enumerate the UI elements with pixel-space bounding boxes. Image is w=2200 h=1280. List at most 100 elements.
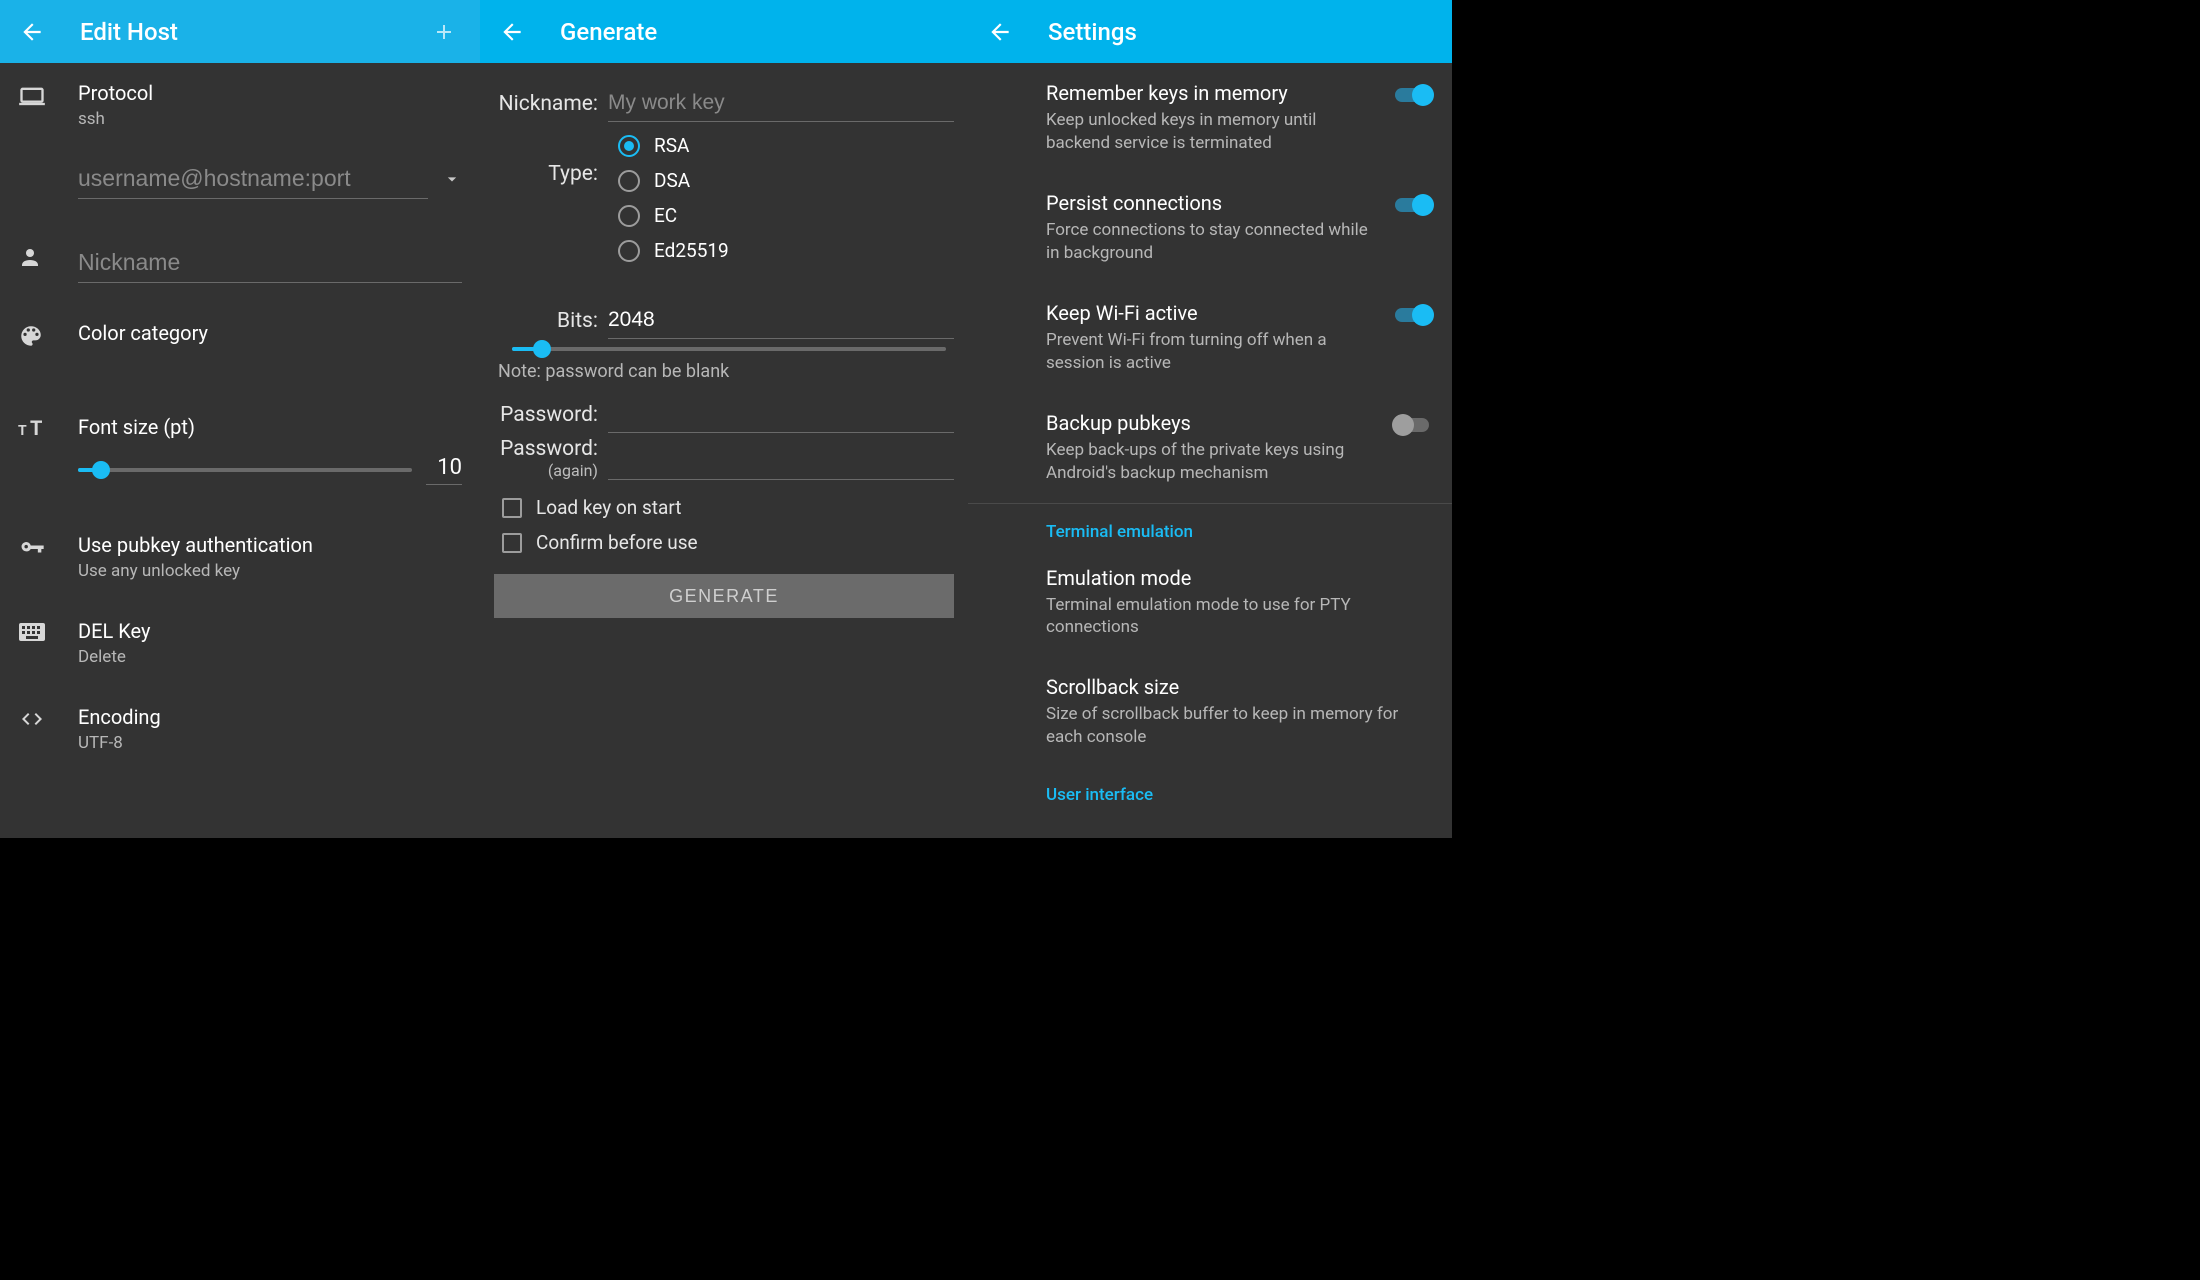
password2-sub: (again) xyxy=(494,461,598,480)
nickname-label: Nickname: xyxy=(494,92,608,116)
toggle-switch[interactable] xyxy=(1392,193,1432,217)
expand-button[interactable] xyxy=(442,169,462,189)
password-row: Password: xyxy=(494,396,954,433)
setting-row[interactable]: Emulation mode Terminal emulation mode to… xyxy=(968,548,1452,658)
del-label: DEL Key xyxy=(78,619,462,643)
font-slider[interactable] xyxy=(78,468,412,472)
code-icon xyxy=(18,705,64,731)
radio-rsa[interactable]: RSA xyxy=(618,128,954,163)
settings-pane: Settings Remember keys in memory Keep unl… xyxy=(968,0,1452,838)
setting-title: Remember keys in memory xyxy=(1046,81,1374,105)
radio-label: RSA xyxy=(654,134,689,157)
encoding-sub: UTF-8 xyxy=(78,733,462,753)
setting-sub: Keep unlocked keys in memory until backe… xyxy=(1046,109,1374,155)
setting-sub: Keep back-ups of the private keys using … xyxy=(1046,439,1374,485)
password2-row: Password: (again) xyxy=(494,437,954,480)
settings-list: Remember keys in memory Keep unlocked key… xyxy=(968,63,1452,811)
password-input[interactable] xyxy=(608,396,954,433)
back-button[interactable] xyxy=(498,18,526,46)
password2-label: Password: xyxy=(494,437,598,461)
generate-pane: Generate Nickname: RSADSAECEd25519 Type:… xyxy=(480,0,968,838)
bits-row: Bits: xyxy=(494,302,954,339)
arrow-left-icon xyxy=(19,19,45,45)
radio-icon xyxy=(618,135,640,157)
nickname-row xyxy=(0,225,480,283)
password-label: Password: xyxy=(494,403,608,427)
setting-title: Backup pubkeys xyxy=(1046,411,1374,435)
edit-host-pane: Edit Host Protocol ssh xyxy=(0,0,480,838)
back-button[interactable] xyxy=(986,18,1014,46)
radio-icon xyxy=(618,170,640,192)
encoding-row[interactable]: Encoding UTF-8 xyxy=(0,687,480,753)
color-row[interactable]: Color category xyxy=(0,303,480,349)
del-row[interactable]: DEL Key Delete xyxy=(0,601,480,667)
plus-icon xyxy=(432,20,456,44)
font-slider-row: 10 xyxy=(0,441,480,485)
nickname-input[interactable] xyxy=(608,85,954,122)
pubkey-sub: Use any unlocked key xyxy=(78,561,462,581)
color-label: Color category xyxy=(78,321,462,345)
add-button[interactable] xyxy=(426,20,462,44)
toggle-switch[interactable] xyxy=(1392,413,1432,437)
section-header: Terminal emulation xyxy=(968,504,1452,548)
radio-label: Ed25519 xyxy=(654,239,729,262)
setting-title: Persist connections xyxy=(1046,191,1374,215)
radio-icon xyxy=(618,240,640,262)
toggle-switch[interactable] xyxy=(1392,83,1432,107)
keyboard-icon xyxy=(18,619,64,643)
bits-input[interactable] xyxy=(608,302,954,339)
check-label: Load key on start xyxy=(536,496,681,519)
setting-row[interactable]: Persist connections Force connections to … xyxy=(968,173,1452,283)
password2-input[interactable] xyxy=(608,443,954,480)
person-icon xyxy=(18,243,64,269)
setting-row[interactable]: Keep Wi-Fi active Prevent Wi-Fi from turn… xyxy=(968,283,1452,393)
back-button[interactable] xyxy=(18,18,46,46)
protocol-row[interactable]: Protocol ssh xyxy=(0,63,480,129)
key-icon xyxy=(18,533,64,563)
pubkey-row[interactable]: Use pubkey authentication Use any unlock… xyxy=(0,515,480,581)
protocol-value: ssh xyxy=(78,109,462,129)
toolbar: Settings xyxy=(968,0,1452,63)
svg-text:T: T xyxy=(30,417,42,440)
setting-sub: Size of scrollback buffer to keep in mem… xyxy=(1046,703,1414,749)
setting-sub: Prevent Wi-Fi from turning off when a se… xyxy=(1046,329,1374,375)
font-label: Font size (pt) xyxy=(78,415,462,439)
bits-slider-row xyxy=(494,339,954,351)
password-note: Note: password can be blank xyxy=(494,351,954,388)
protocol-label: Protocol xyxy=(78,81,462,105)
setting-sub: Force connections to stay connected whil… xyxy=(1046,219,1374,265)
bits-label: Bits: xyxy=(494,309,608,333)
host-form: Protocol ssh Color category xyxy=(0,63,480,753)
palette-icon xyxy=(18,321,64,349)
setting-row[interactable]: Backup pubkeys Keep back-ups of the priva… xyxy=(968,393,1452,504)
generate-button[interactable]: GENERATE xyxy=(494,574,954,618)
radio-icon xyxy=(618,205,640,227)
arrow-left-icon xyxy=(987,19,1013,45)
section-header: User interface xyxy=(968,767,1452,811)
setting-title: Keep Wi-Fi active xyxy=(1046,301,1374,325)
nickname-row: Nickname: xyxy=(494,85,954,122)
confirm-before-use-checkbox[interactable]: Confirm before use xyxy=(494,525,954,560)
setting-title: Emulation mode xyxy=(1046,566,1414,590)
nickname-input[interactable] xyxy=(78,243,462,283)
del-sub: Delete xyxy=(78,647,462,667)
radio-label: EC xyxy=(654,204,677,227)
laptop-icon xyxy=(18,81,64,111)
bits-slider[interactable] xyxy=(512,347,946,351)
chevron-down-icon xyxy=(442,169,462,189)
text-size-icon: TT xyxy=(18,415,64,441)
toolbar-title: Edit Host xyxy=(80,18,426,46)
setting-row[interactable]: Scrollback sizeSize of scrollback buffer… xyxy=(968,657,1452,767)
toolbar-title: Generate xyxy=(560,18,950,46)
radio-label: DSA xyxy=(654,169,690,192)
toggle-switch[interactable] xyxy=(1392,303,1432,327)
generate-form: Nickname: RSADSAECEd25519 Type: Bits: No… xyxy=(480,63,968,632)
setting-row[interactable]: Remember keys in memory Keep unlocked key… xyxy=(968,63,1452,173)
connection-input[interactable] xyxy=(78,159,428,199)
connection-row xyxy=(0,159,480,199)
pubkey-label: Use pubkey authentication xyxy=(78,533,462,557)
checkbox-icon xyxy=(502,533,522,553)
toolbar: Generate xyxy=(480,0,968,63)
load-on-start-checkbox[interactable]: Load key on start xyxy=(494,490,954,525)
setting-sub: Terminal emulation mode to use for PTY c… xyxy=(1046,594,1414,640)
